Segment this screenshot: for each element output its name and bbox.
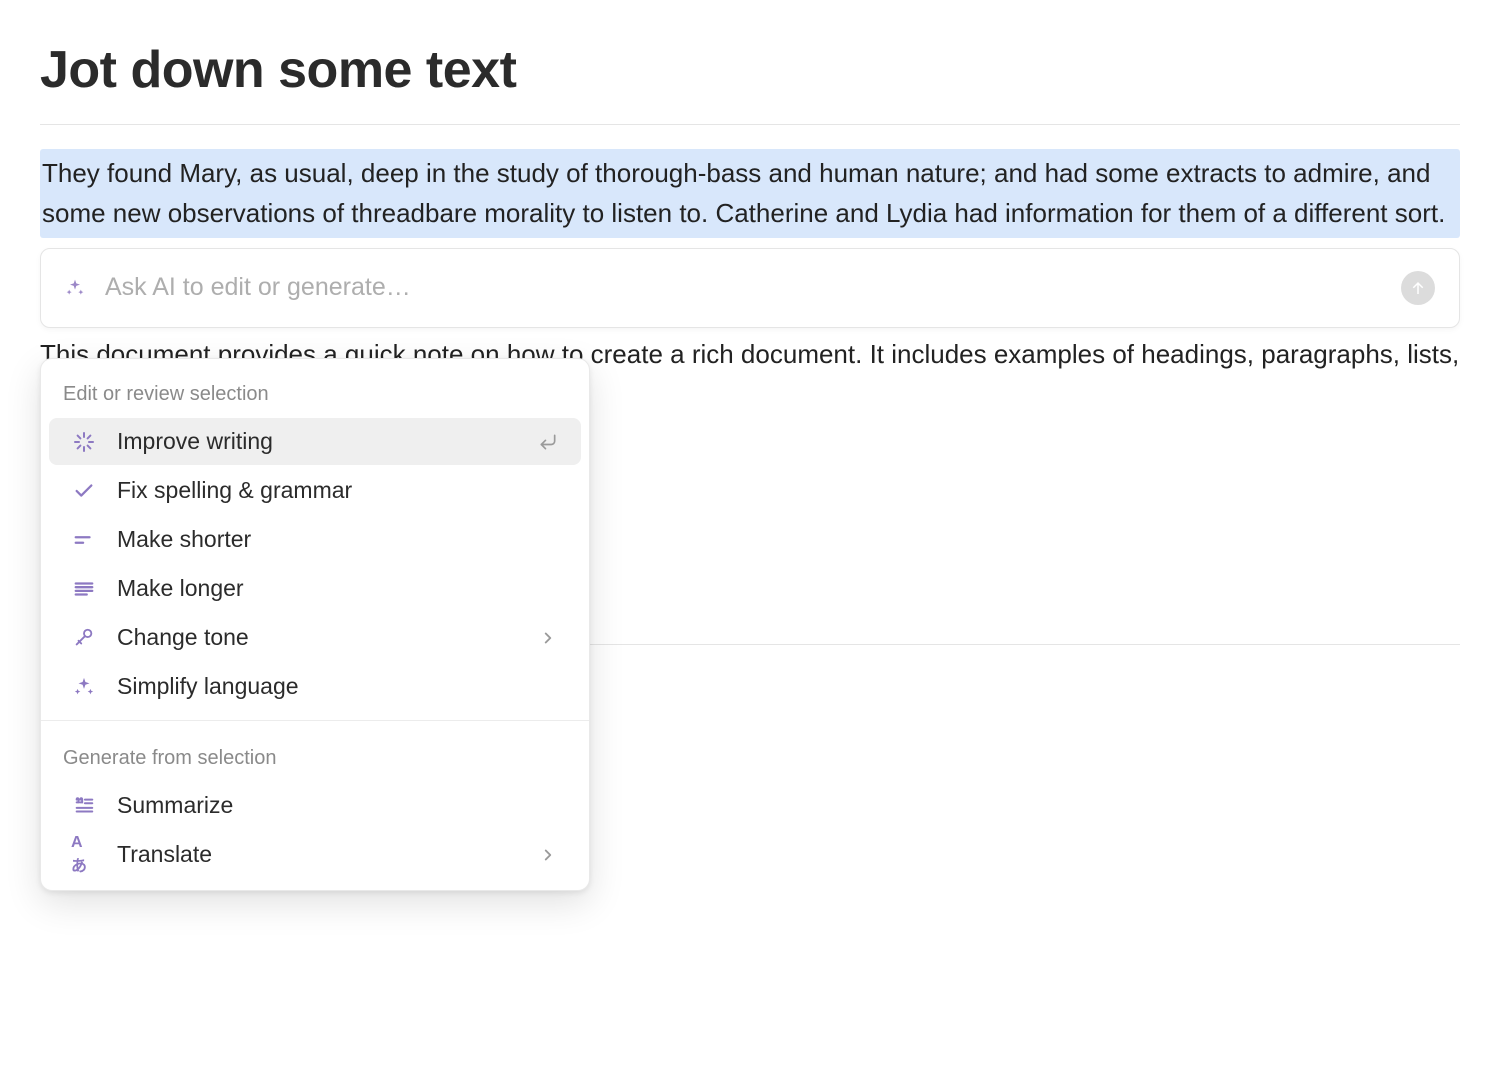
menu-item-change-tone[interactable]: Change tone xyxy=(49,614,581,661)
chevron-right-icon xyxy=(537,844,559,866)
ai-prompt-bar[interactable] xyxy=(40,248,1460,328)
menu-item-label: Translate xyxy=(117,841,537,868)
menu-item-summarize[interactable]: Summarize xyxy=(49,782,581,829)
ai-prompt-input[interactable] xyxy=(105,273,1401,302)
menu-divider xyxy=(41,720,589,721)
menu-item-label: Change tone xyxy=(117,624,537,651)
check-icon xyxy=(71,478,97,504)
selected-text[interactable]: They found Mary, as usual, deep in the s… xyxy=(40,149,1460,238)
menu-item-make-shorter[interactable]: Make shorter xyxy=(49,516,581,563)
ai-action-menu: Edit or review selection Improve writing… xyxy=(40,358,590,891)
menu-item-make-longer[interactable]: Make longer xyxy=(49,565,581,612)
title-divider xyxy=(40,124,1460,125)
mic-icon xyxy=(71,625,97,651)
short-lines-icon xyxy=(71,527,97,553)
menu-item-simplify-language[interactable]: Simplify language xyxy=(49,663,581,710)
page-title: Jot down some text xyxy=(40,40,1460,100)
menu-item-translate[interactable]: Aあ Translate xyxy=(49,831,581,878)
enter-key-icon xyxy=(537,431,559,453)
quote-list-icon xyxy=(71,793,97,819)
menu-section-label: Generate from selection xyxy=(41,731,589,780)
long-lines-icon xyxy=(71,576,97,602)
menu-section-label: Edit or review selection xyxy=(41,367,589,416)
menu-item-label: Fix spelling & grammar xyxy=(117,477,559,504)
sparkle-icon xyxy=(71,674,97,700)
menu-item-fix-spelling[interactable]: Fix spelling & grammar xyxy=(49,467,581,514)
arrow-up-icon xyxy=(1409,279,1427,297)
chevron-right-icon xyxy=(537,627,559,649)
menu-item-improve-writing[interactable]: Improve writing xyxy=(49,418,581,465)
menu-item-label: Make longer xyxy=(117,575,559,602)
menu-item-label: Make shorter xyxy=(117,526,559,553)
send-button[interactable] xyxy=(1401,271,1435,305)
sparkle-icon xyxy=(65,278,85,298)
menu-item-label: Simplify language xyxy=(117,673,559,700)
menu-item-label: Summarize xyxy=(117,792,559,819)
menu-item-label: Improve writing xyxy=(117,428,537,455)
magic-wand-icon xyxy=(71,429,97,455)
translate-icon: Aあ xyxy=(71,842,97,868)
